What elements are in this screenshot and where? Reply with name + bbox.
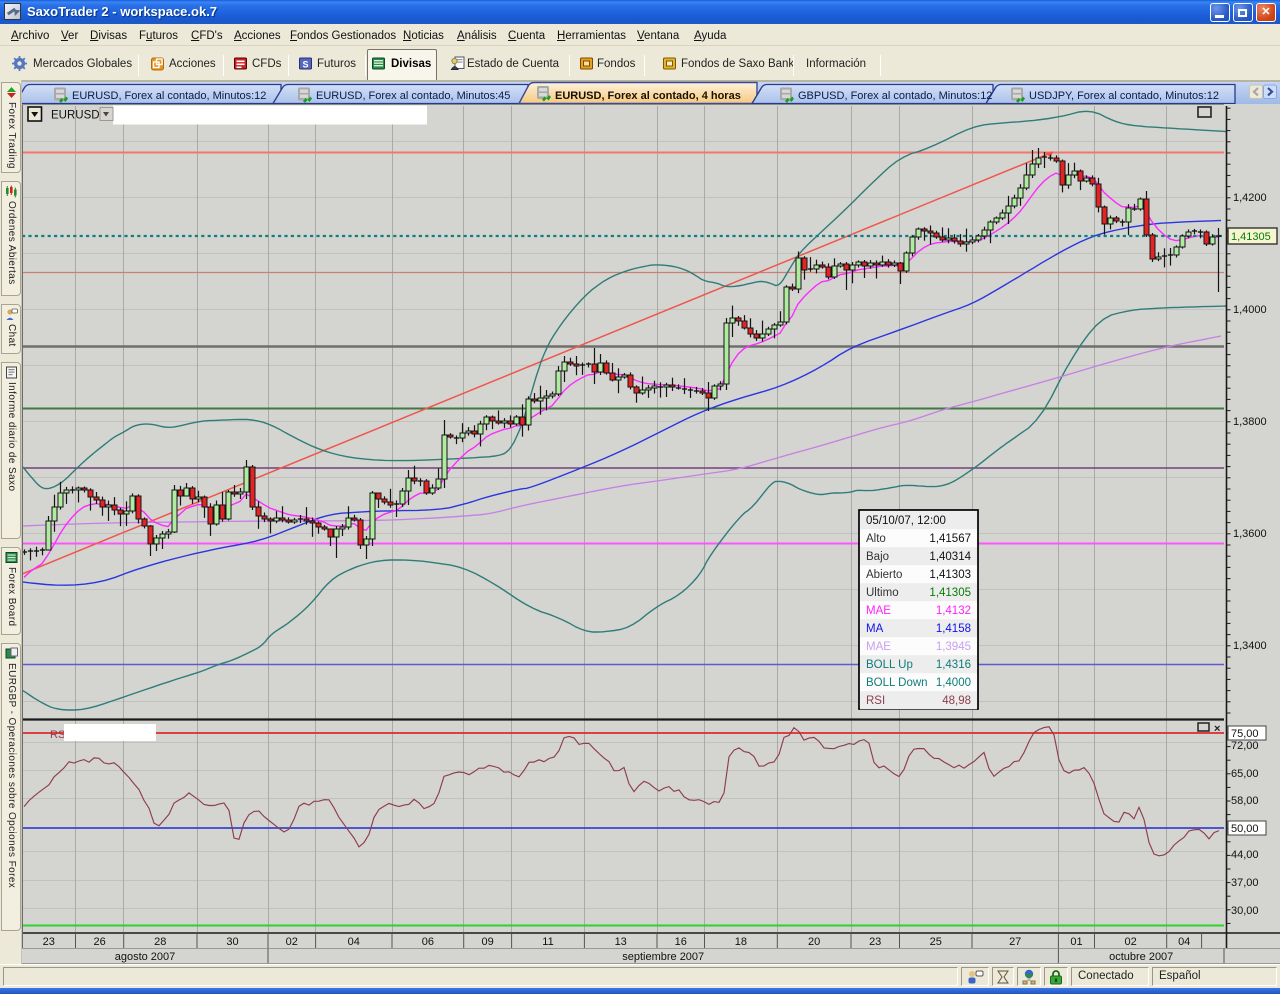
svg-text:1,40314: 1,40314 <box>929 551 971 563</box>
svg-text:RSI: RSI <box>866 695 885 707</box>
svg-text:25: 25 <box>930 936 942 948</box>
svg-text:02: 02 <box>286 936 298 948</box>
svg-text:Bajo: Bajo <box>866 551 889 563</box>
svg-text:23: 23 <box>869 936 881 948</box>
svg-text:MA: MA <box>866 623 884 635</box>
svg-text:05/10/07, 12:00: 05/10/07, 12:00 <box>866 515 946 527</box>
svg-text:MAE: MAE <box>866 641 891 653</box>
svg-text:1,41305: 1,41305 <box>1231 231 1271 243</box>
svg-text:Ultimo: Ultimo <box>866 587 899 599</box>
svg-text:BOLL Up: BOLL Up <box>866 659 913 671</box>
svg-text:02: 02 <box>1124 936 1136 948</box>
svg-text:01: 01 <box>1070 936 1082 948</box>
svg-text:1,3945: 1,3945 <box>936 641 971 653</box>
svg-text:octubre 2007: octubre 2007 <box>1109 951 1173 963</box>
svg-text:EURUSD, Forex al contado, Minu: EURUSD, Forex al contado, Minutos:12 <box>72 90 266 102</box>
svg-text:Alto: Alto <box>866 533 886 545</box>
svg-text:EURUSD, Forex al contado, Minu: EURUSD, Forex al contado, Minutos:45 <box>316 90 510 102</box>
svg-text:18: 18 <box>735 936 747 948</box>
svg-text:65,00: 65,00 <box>1231 768 1259 780</box>
svg-text:72,00: 72,00 <box>1231 740 1259 752</box>
svg-text:GBPUSD, Forex al contado, Minu: GBPUSD, Forex al contado, Minutos:12 <box>798 90 992 102</box>
svg-text:48,98: 48,98 <box>942 695 971 707</box>
svg-text:50,00: 50,00 <box>1231 823 1259 835</box>
svg-text:1,4132: 1,4132 <box>936 605 971 617</box>
svg-text:1,4000: 1,4000 <box>936 677 971 689</box>
svg-text:1,41303: 1,41303 <box>929 569 971 581</box>
svg-text:1,41305: 1,41305 <box>929 587 971 599</box>
svg-text:septiembre 2007: septiembre 2007 <box>622 951 704 963</box>
svg-text:30: 30 <box>226 936 238 948</box>
svg-text:1,3600: 1,3600 <box>1233 528 1267 540</box>
svg-text:EURUSD: EURUSD <box>51 110 100 122</box>
svg-text:BOLL Down: BOLL Down <box>866 677 928 689</box>
svg-text:04: 04 <box>1178 936 1190 948</box>
svg-text:30,00: 30,00 <box>1231 905 1259 917</box>
svg-text:28: 28 <box>154 936 166 948</box>
svg-text:04: 04 <box>348 936 360 948</box>
svg-text:1,3800: 1,3800 <box>1233 416 1267 428</box>
svg-text:Abierto: Abierto <box>866 569 902 581</box>
svg-text:MAE: MAE <box>866 605 891 617</box>
svg-text:44,00: 44,00 <box>1231 849 1259 861</box>
svg-text:13: 13 <box>615 936 627 948</box>
svg-text:S: S <box>303 60 309 70</box>
svg-text:09: 09 <box>481 936 493 948</box>
svg-text:16: 16 <box>675 936 687 948</box>
svg-text:06: 06 <box>422 936 434 948</box>
svg-text:1,4200: 1,4200 <box>1233 192 1267 204</box>
svg-text:20: 20 <box>808 936 820 948</box>
svg-text:1,4158: 1,4158 <box>936 623 971 635</box>
svg-text:26: 26 <box>93 936 105 948</box>
svg-text:1,41567: 1,41567 <box>929 533 971 545</box>
svg-text:23: 23 <box>43 936 55 948</box>
svg-text:37,00: 37,00 <box>1231 877 1259 889</box>
svg-text:USDJPY, Forex al contado, Minu: USDJPY, Forex al contado, Minutos:12 <box>1029 90 1219 102</box>
svg-text:27: 27 <box>1009 936 1021 948</box>
svg-text:×: × <box>1214 723 1220 735</box>
svg-text:75,00: 75,00 <box>1231 728 1259 740</box>
svg-text:agosto 2007: agosto 2007 <box>115 951 176 963</box>
svg-text:RS: RS <box>50 729 65 741</box>
svg-text:1,4316: 1,4316 <box>936 659 971 671</box>
svg-text:1,4000: 1,4000 <box>1233 304 1267 316</box>
svg-text:1,3400: 1,3400 <box>1233 640 1267 652</box>
svg-text:EURUSD, Forex al contado, 4 ho: EURUSD, Forex al contado, 4 horas <box>555 90 741 102</box>
svg-text:58,00: 58,00 <box>1231 795 1259 807</box>
svg-text:11: 11 <box>542 936 553 948</box>
